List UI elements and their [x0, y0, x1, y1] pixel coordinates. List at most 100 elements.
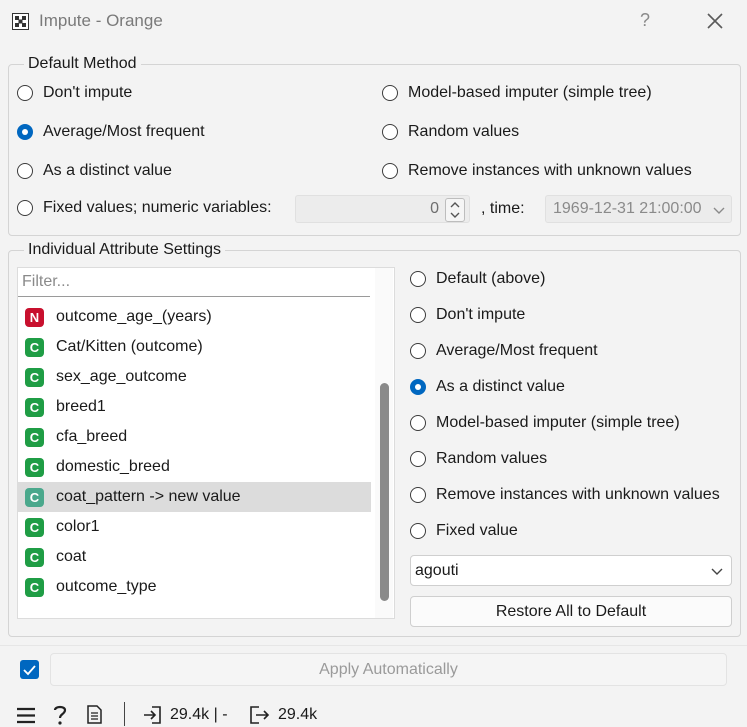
- attr-radio-default[interactable]: Default (above): [410, 270, 545, 288]
- attr-radio-distinct-value[interactable]: As a distinct value: [410, 378, 565, 396]
- radio-label: Average/Most frequent: [436, 342, 598, 359]
- list-item[interactable]: C cfa_breed: [18, 422, 371, 452]
- radio-label: Don't impute: [43, 84, 133, 101]
- radio-label: Default (above): [436, 270, 546, 287]
- spin-arrows-icon[interactable]: [445, 198, 465, 222]
- radio-button[interactable]: [17, 85, 33, 101]
- attribute-name: coat: [56, 548, 87, 565]
- categorical-variable-icon: C: [25, 397, 44, 417]
- radio-label: Fixed values; numeric variables:: [43, 199, 272, 216]
- bottom-divider: [0, 645, 747, 646]
- attr-radio-remove[interactable]: Remove instances with unknown values: [410, 486, 720, 504]
- window-title: Impute - Orange: [39, 11, 163, 30]
- radio-label: Fixed value: [436, 522, 518, 539]
- radio-button[interactable]: [410, 379, 426, 395]
- radio-button[interactable]: [410, 487, 426, 503]
- radio-label: Model-based imputer (simple tree): [408, 84, 652, 101]
- attribute-name: domestic_breed: [56, 458, 170, 475]
- list-item[interactable]: C coat: [18, 542, 371, 572]
- radio-label: Don't impute: [436, 306, 526, 323]
- help-icon[interactable]: [52, 704, 68, 726]
- radio-button[interactable]: [410, 307, 426, 323]
- radio-button[interactable]: [410, 415, 426, 431]
- default-method-title: Default Method: [24, 55, 141, 73]
- categorical-variable-icon: C: [25, 577, 44, 597]
- list-item-selected[interactable]: C coat_pattern -> new value: [18, 482, 371, 512]
- radio-label: Remove instances with unknown values: [436, 486, 720, 503]
- radio-button[interactable]: [17, 200, 33, 216]
- radio-label: Model-based imputer (simple tree): [436, 414, 680, 431]
- radio-average-most-frequent[interactable]: Average/Most frequent: [17, 123, 205, 141]
- input-count: 29.4k | -: [170, 706, 228, 723]
- list-item[interactable]: C domestic_breed: [18, 452, 371, 482]
- filter-input[interactable]: [18, 268, 370, 297]
- time-value: 1969-12-31 21:00:00: [553, 200, 702, 217]
- attribute-name: outcome_type: [56, 578, 157, 595]
- menu-icon[interactable]: [16, 707, 36, 724]
- attribute-name: sex_age_outcome: [56, 368, 187, 385]
- radio-label: Random values: [436, 450, 548, 467]
- radio-button[interactable]: [382, 163, 398, 179]
- radio-button[interactable]: [382, 124, 398, 140]
- attr-radio-model-based[interactable]: Model-based imputer (simple tree): [410, 414, 680, 432]
- numeric-variable-icon: N: [25, 307, 44, 327]
- output-count: 29.4k: [278, 706, 318, 723]
- chevron-down-icon: [711, 568, 723, 575]
- radio-label: As a distinct value: [436, 378, 565, 395]
- attr-radio-fixed-value[interactable]: Fixed value: [410, 522, 518, 540]
- categorical-variable-icon: C: [25, 517, 44, 537]
- help-button[interactable]: ?: [631, 10, 659, 31]
- attr-radio-average[interactable]: Average/Most frequent: [410, 342, 598, 360]
- scrollbar-thumb[interactable]: [380, 383, 389, 601]
- restore-all-default-button[interactable]: Restore All to Default: [410, 596, 732, 627]
- output-data-icon: [250, 706, 270, 724]
- radio-button[interactable]: [17, 163, 33, 179]
- numeric-value: 0: [430, 200, 439, 217]
- radio-distinct-value[interactable]: As a distinct value: [17, 162, 172, 180]
- radio-button[interactable]: [410, 343, 426, 359]
- radio-button[interactable]: [410, 523, 426, 539]
- apply-button[interactable]: Apply Automatically: [50, 653, 727, 686]
- time-value-field[interactable]: 1969-12-31 21:00:00: [545, 195, 732, 223]
- list-item[interactable]: C breed1: [18, 392, 371, 422]
- numeric-value-spinbox[interactable]: 0: [295, 195, 470, 223]
- categorical-variable-icon: C: [25, 457, 44, 477]
- attribute-name: cfa_breed: [56, 428, 128, 445]
- radio-fixed-values[interactable]: Fixed values; numeric variables:: [17, 199, 272, 217]
- orange-app-icon: [12, 13, 29, 30]
- attr-radio-random[interactable]: Random values: [410, 450, 547, 468]
- categorical-variable-icon: C: [25, 337, 44, 357]
- radio-label: As a distinct value: [43, 162, 172, 179]
- radio-random-values[interactable]: Random values: [382, 123, 519, 141]
- list-item[interactable]: C Cat/Kitten (outcome): [18, 332, 371, 362]
- radio-dont-impute[interactable]: Don't impute: [17, 84, 132, 102]
- time-label: , time:: [481, 200, 525, 217]
- radio-label: Random values: [408, 123, 520, 140]
- checkmark-icon: [23, 665, 36, 676]
- radio-button[interactable]: [17, 124, 33, 140]
- radio-button[interactable]: [410, 451, 426, 467]
- input-data-icon: [144, 706, 161, 724]
- attr-radio-dont-impute[interactable]: Don't impute: [410, 306, 525, 324]
- fixed-value-dropdown[interactable]: agouti: [410, 555, 732, 586]
- radio-button[interactable]: [410, 271, 426, 287]
- radio-remove-instances[interactable]: Remove instances with unknown values: [382, 162, 692, 180]
- radio-label: Average/Most frequent: [43, 123, 205, 140]
- status-separator: [124, 702, 125, 726]
- attribute-name: Cat/Kitten (outcome): [56, 338, 203, 355]
- list-item[interactable]: C color1: [18, 512, 371, 542]
- radio-button[interactable]: [382, 85, 398, 101]
- close-icon[interactable]: [700, 8, 730, 36]
- radio-model-based[interactable]: Model-based imputer (simple tree): [382, 84, 652, 102]
- categorical-variable-icon: C: [25, 547, 44, 567]
- attribute-name: coat_pattern -> new value: [56, 488, 241, 505]
- report-icon[interactable]: [87, 705, 102, 724]
- categorical-variable-icon: C: [25, 367, 44, 387]
- chevron-down-icon: [713, 205, 725, 215]
- attribute-name: outcome_age_(years): [56, 308, 212, 325]
- list-item[interactable]: C outcome_type: [18, 572, 371, 602]
- auto-apply-checkbox[interactable]: [20, 660, 39, 679]
- list-item[interactable]: C sex_age_outcome: [18, 362, 371, 392]
- list-item[interactable]: N outcome_age_(years): [18, 302, 371, 332]
- status-bar: 29.4k | - 29.4k: [0, 700, 747, 727]
